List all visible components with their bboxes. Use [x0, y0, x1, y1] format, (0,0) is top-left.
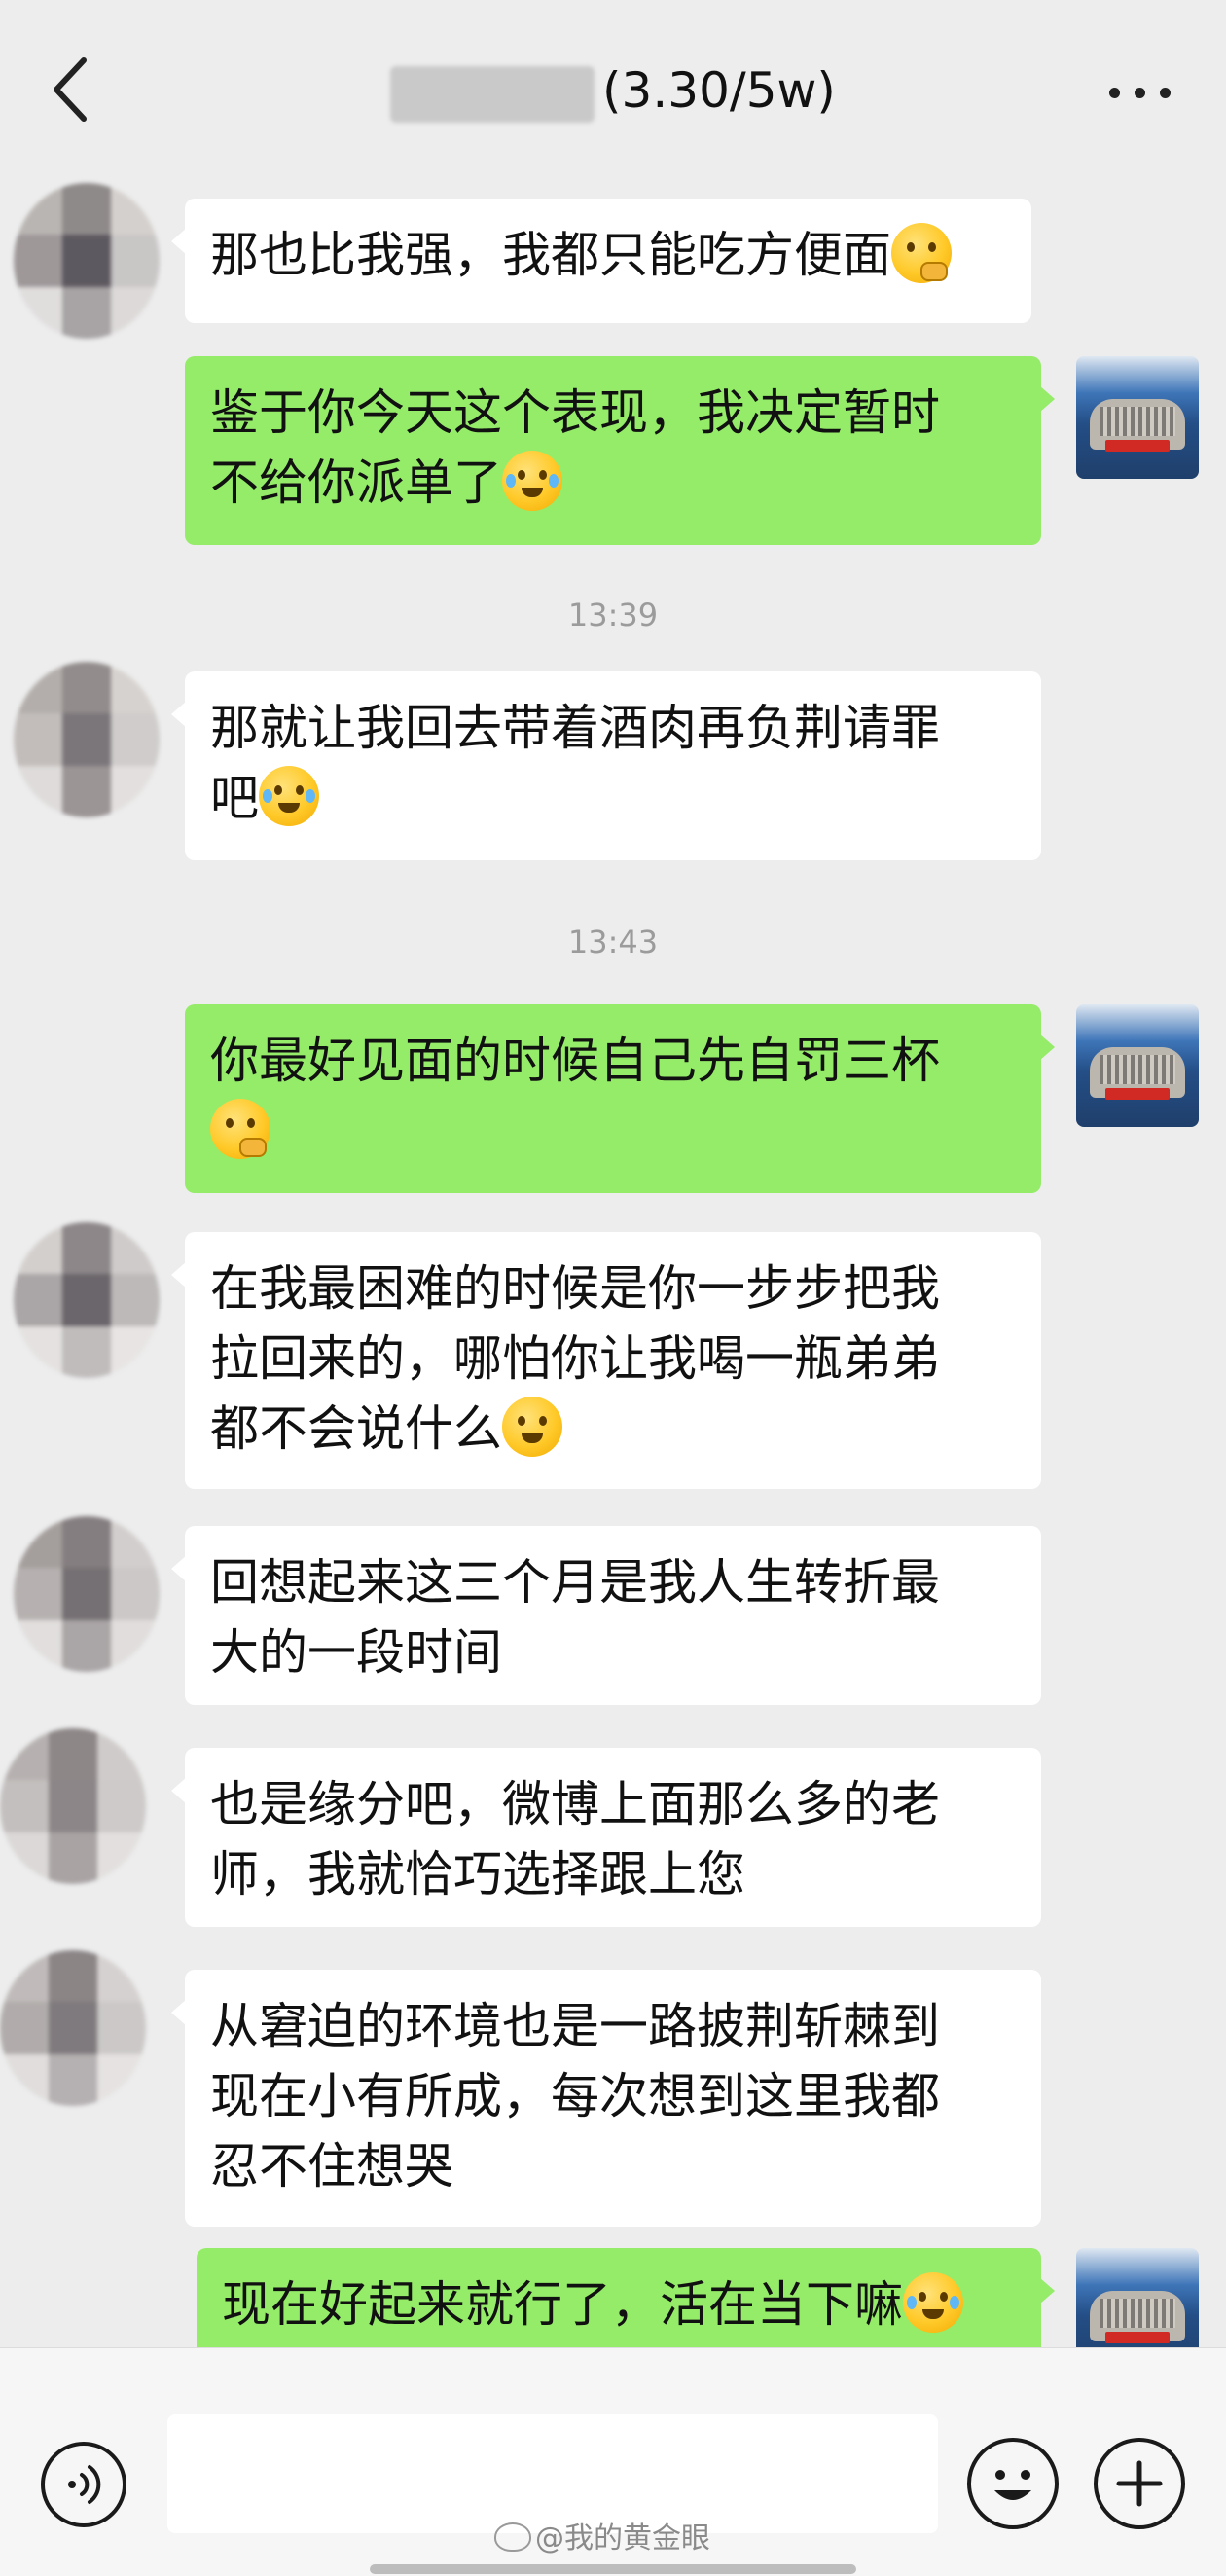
chat-title: (3.30/5w) — [0, 56, 1226, 125]
message-text: 也是缘分吧，微博上面那么多的老 师，我就恰巧选择跟上您 — [210, 1776, 940, 1903]
message-text: 鉴于你今天这个表现，我决定暂时 不给你派单了 — [210, 384, 940, 511]
message-list[interactable]: 那也比我强，我都只能吃方便面 鉴于你今天这个表现，我决定暂时 不给你派单了 13… — [0, 165, 1226, 2347]
message-bubble[interactable]: 在我最困难的时候是你一步步把我 拉回来的，哪怕你让我喝一瓶弟弟 都不会说什么 — [171, 1232, 1041, 1489]
home-indicator[interactable] — [370, 2564, 856, 2574]
message-text: 那就让我回去带着酒肉再负荆请罪 吧 — [210, 700, 940, 826]
message-text: 在我最困难的时候是你一步步把我 拉回来的，哪怕你让我喝一瓶弟弟 都不会说什么 — [210, 1260, 940, 1457]
weibo-logo-icon — [494, 2522, 531, 2552]
watermark: @我的黄金眼 — [494, 2520, 710, 2558]
my-avatar[interactable] — [1076, 2248, 1199, 2347]
more-dot — [1135, 88, 1145, 98]
contact-avatar[interactable] — [0, 1728, 146, 1884]
laughing-tears-emoji-icon — [502, 451, 562, 511]
laughing-tears-emoji-icon — [259, 766, 319, 826]
thinking-hand-emoji-icon — [891, 223, 952, 283]
emoji-button[interactable] — [967, 2438, 1059, 2529]
input-bar: @我的黄金眼 — [0, 2347, 1226, 2576]
message-bubble[interactable]: 也是缘分吧，微博上面那么多的老 师，我就恰巧选择跟上您 — [171, 1748, 1041, 1927]
contact-avatar[interactable] — [0, 1950, 146, 2106]
contact-avatar[interactable] — [14, 1516, 160, 1672]
more-dot — [1160, 88, 1171, 98]
timestamp: 13:43 — [567, 924, 659, 961]
my-avatar[interactable] — [1076, 356, 1199, 479]
message-text: 从窘迫的环境也是一路披荆斩棘到 现在小有所成，每次想到这里我都 忍不住想哭 — [210, 1998, 940, 2195]
laughing-tears-emoji-icon — [903, 2272, 963, 2333]
message-bubble[interactable]: 从窘迫的环境也是一路披荆斩棘到 现在小有所成，每次想到这里我都 忍不住想哭 — [171, 1970, 1041, 2227]
emoji-icon — [994, 2470, 1031, 2500]
message-text: 那也比我强，我都只能吃方便面 — [210, 227, 891, 283]
chat-title-suffix: (3.30/5w) — [602, 62, 836, 119]
message-bubble[interactable]: 那也比我强，我都只能吃方便面 — [171, 199, 1031, 323]
more-functions-button[interactable] — [1094, 2438, 1185, 2529]
contact-avatar[interactable] — [14, 1222, 160, 1378]
contact-avatar[interactable] — [14, 662, 160, 817]
more-dots-icon — [1109, 88, 1120, 98]
message-bubble[interactable]: 鉴于你今天这个表现，我决定暂时 不给你派单了 — [185, 356, 1055, 545]
message-text: 回想起来这三个月是我人生转折最 大的一段时间 — [210, 1554, 940, 1681]
voice-icon — [68, 2465, 101, 2504]
voice-button[interactable] — [41, 2442, 126, 2527]
more-button[interactable] — [1101, 68, 1179, 117]
contact-avatar[interactable] — [14, 183, 160, 339]
blurred-contact-name — [390, 65, 595, 123]
smile-emoji-icon — [502, 1397, 562, 1457]
watermark-text: @我的黄金眼 — [535, 2522, 710, 2556]
message-bubble[interactable]: 现在好起来就行了，活在当下嘛 — [197, 2248, 1055, 2347]
thinking-hand-emoji-icon — [210, 1099, 270, 1159]
chat-header: (3.30/5w) — [0, 0, 1226, 165]
plus-icon — [1116, 2460, 1163, 2507]
message-bubble[interactable]: 那就让我回去带着酒肉再负荆请罪 吧 — [171, 671, 1041, 860]
message-text: 你最好见面的时候自己先自罚三杯 — [210, 1033, 940, 1089]
message-text: 现在好起来就行了，活在当下嘛 — [222, 2276, 903, 2333]
message-bubble[interactable]: 回想起来这三个月是我人生转折最 大的一段时间 — [171, 1526, 1041, 1705]
my-avatar[interactable] — [1076, 1004, 1199, 1127]
message-bubble[interactable]: 你最好见面的时候自己先自罚三杯 — [185, 1004, 1055, 1193]
timestamp: 13:39 — [567, 597, 659, 634]
message-input[interactable] — [167, 2414, 938, 2533]
